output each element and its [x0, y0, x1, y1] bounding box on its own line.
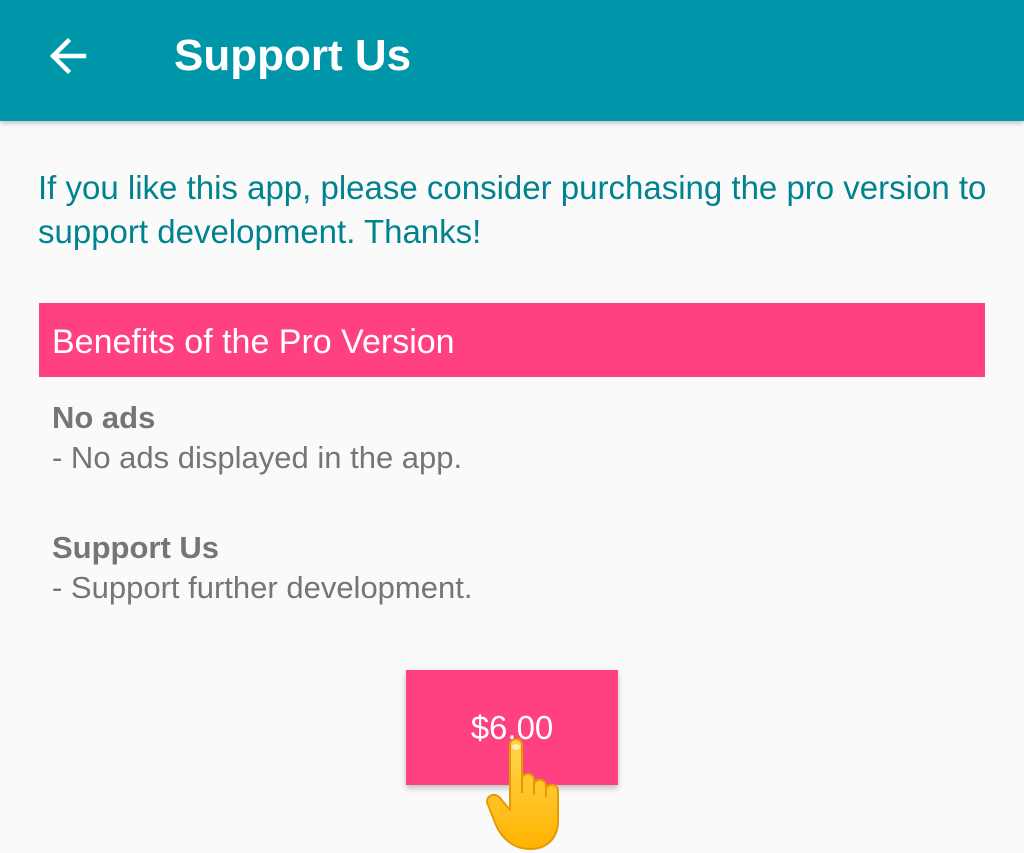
- app-bar: Support Us: [0, 0, 1024, 121]
- pointing-hand-icon: [486, 738, 559, 850]
- benefits-header: Benefits of the Pro Version: [39, 303, 985, 377]
- back-button[interactable]: [38, 28, 98, 84]
- page-title: Support Us: [174, 31, 412, 80]
- benefit-item: Support Us - Support further development…: [52, 528, 952, 608]
- benefit-item: No ads - No ads displayed in the app.: [52, 398, 952, 478]
- arrow-back-icon: [49, 37, 87, 75]
- benefit-description: - Support further development.: [52, 570, 473, 605]
- benefit-description: - No ads displayed in the app.: [52, 440, 463, 475]
- benefit-title: Support Us: [52, 530, 220, 565]
- benefit-title: No ads: [52, 400, 156, 435]
- intro-text: If you like this app, please consider pu…: [38, 169, 987, 250]
